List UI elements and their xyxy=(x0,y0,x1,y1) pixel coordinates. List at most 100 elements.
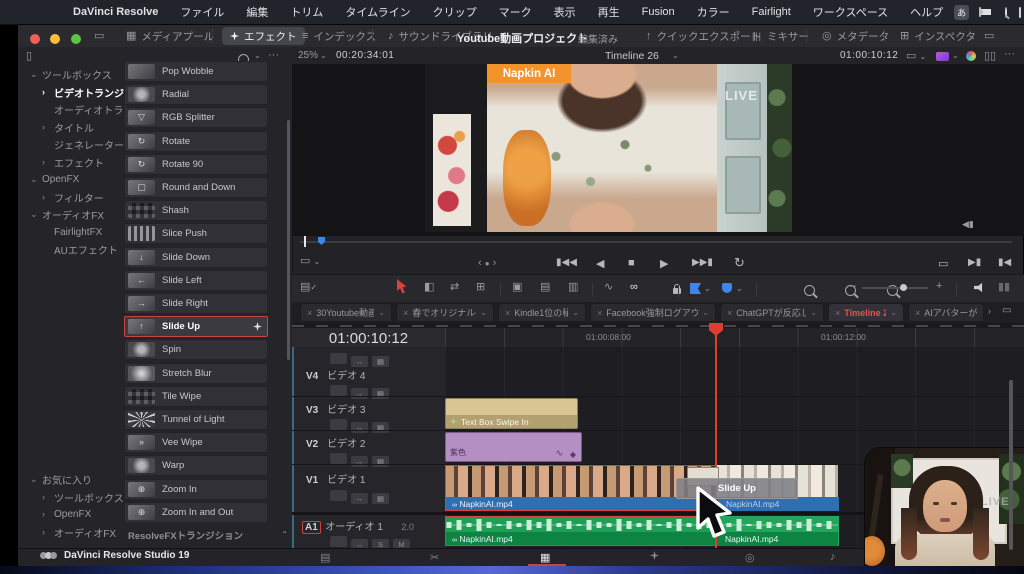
menu-mark[interactable]: マーク xyxy=(488,4,543,20)
razor-tool-icon[interactable]: ⊞ xyxy=(476,282,485,293)
effect-item-slide-right[interactable]: → Slide Right xyxy=(124,293,268,314)
effect-item-rotate[interactable]: ↻ Rotate xyxy=(124,131,268,152)
tree-generators[interactable]: ジェネレーター xyxy=(54,136,124,152)
clip-a1-name-bar[interactable]: ∞ NapkinAI.mp4 xyxy=(445,532,717,546)
selection-tool-icon[interactable] xyxy=(396,279,408,295)
timeline-ruler[interactable] xyxy=(445,328,1024,348)
menu-file[interactable]: ファイル xyxy=(169,4,235,20)
index-button[interactable]: ≡ インデックス xyxy=(294,27,384,45)
effects-more-icon[interactable]: ··· xyxy=(268,50,279,61)
lock-icon[interactable] xyxy=(330,419,347,430)
track-v4-name[interactable]: V4 ビデオ 4 xyxy=(306,366,459,384)
tree-fav-toolbox[interactable]: › ツールボックス xyxy=(42,489,124,505)
tree-favorites[interactable]: ⌄ お気に入り xyxy=(30,471,92,487)
timeline-tab-4[interactable]: ×ChatGPTが反応しない⌄ xyxy=(720,303,824,322)
tab-scroll-right-icon[interactable]: › xyxy=(988,307,991,316)
chevron-down-icon[interactable]: ⌄ xyxy=(320,52,327,60)
collapse-panel-icon[interactable]: ▯ xyxy=(26,51,32,62)
prev-edit-icon[interactable]: ▮◀ xyxy=(998,257,1011,268)
safe-area-icon[interactable]: ▭ ⌄ xyxy=(300,256,320,267)
dynamic-trim-icon[interactable]: ⇄ xyxy=(450,282,459,293)
timeline-timecode[interactable]: 01:00:10:12 xyxy=(292,330,445,347)
color-page-icon[interactable]: ◎ xyxy=(745,551,755,564)
menu-color[interactable]: カラー xyxy=(686,4,741,20)
effect-item-tile-wipe[interactable]: Tile Wipe xyxy=(124,386,268,407)
effect-item-slide-down[interactable]: ↓ Slide Down xyxy=(124,247,268,268)
marker-icon[interactable] xyxy=(722,283,732,293)
track-v2-name[interactable]: V2 ビデオ 2 xyxy=(306,434,459,452)
menu-clip[interactable]: クリップ xyxy=(422,4,488,20)
effect-item-shash[interactable]: Shash xyxy=(124,200,268,221)
dual-screen-icon[interactable]: ▯▯ xyxy=(984,51,996,62)
cut-page-icon[interactable]: ✂ xyxy=(430,551,439,564)
timeline-tab-1[interactable]: ×春でオリジナル楽曲⌄ xyxy=(396,303,494,322)
menu-timeline[interactable]: タイムライン xyxy=(334,4,421,20)
close-tab-icon[interactable]: × xyxy=(403,308,408,318)
search-dropdown-icon[interactable]: ⌄ xyxy=(254,52,261,60)
enable-track-icon[interactable]: ▦ xyxy=(372,422,389,433)
tree-filters[interactable]: › フィルター xyxy=(42,189,104,205)
zoom-slider-track[interactable] xyxy=(862,287,928,289)
tree-fav-openfx[interactable]: › OpenFX xyxy=(42,506,91,522)
fusion-overlay-icon[interactable] xyxy=(936,52,949,61)
zoom-window-icon[interactable] xyxy=(70,34,81,44)
insert-clip-icon[interactable]: ▣ xyxy=(512,282,522,293)
fusion-page-icon[interactable] xyxy=(650,551,659,563)
menu-trim[interactable]: トリム xyxy=(279,4,334,20)
close-tab-icon[interactable]: × xyxy=(835,308,840,318)
match-frame-icon[interactable]: ◀▮ xyxy=(962,220,974,229)
stop-button[interactable]: ■ xyxy=(628,257,635,269)
menubar-app-name[interactable]: DaVinci Resolve xyxy=(62,6,169,18)
jog-control[interactable]: ‹ ● › xyxy=(478,257,496,269)
trim-edit-icon[interactable]: ◧ xyxy=(424,282,434,293)
menu-help[interactable]: ヘルプ xyxy=(899,4,954,20)
effects-button[interactable]: エフェクト xyxy=(222,27,305,45)
frame-overlay-icon[interactable]: ▭ xyxy=(938,257,948,270)
media-pool-button[interactable]: ▦ メディアプール xyxy=(118,27,222,45)
auto-select-icon[interactable]: ↔ xyxy=(351,422,368,433)
first-frame-button[interactable]: ▮◀◀ xyxy=(556,257,577,268)
effect-item-slide-left[interactable]: ← Slide Left xyxy=(124,270,268,291)
tree-openfx[interactable]: ⌄ OpenFX xyxy=(30,171,79,187)
zoom-plus[interactable]: + xyxy=(936,281,942,292)
timeline-tab-3[interactable]: ×Facebook強制ログアウト⌄ xyxy=(590,303,716,322)
effect-item-tunnel-of-light[interactable]: Tunnel of Light xyxy=(124,409,268,430)
inspector-button[interactable]: ⊞ インスペクタ xyxy=(892,27,984,45)
effect-item-pop-wobble[interactable]: Pop Wobble xyxy=(124,61,268,82)
new-timeline-tab-icon[interactable]: ▭ xyxy=(1002,306,1011,316)
tree-audiofx[interactable]: ⌄ オーディオFX xyxy=(30,206,104,222)
step-back-button[interactable]: ◀ xyxy=(596,257,604,270)
track-a1-name[interactable]: A1 オーディオ 1 2.0 xyxy=(302,517,455,535)
fairlight-page-icon[interactable]: ♪ xyxy=(830,551,836,563)
tree-au-effects[interactable]: AUエフェクト xyxy=(54,241,118,257)
enable-track-icon[interactable]: ▦ xyxy=(372,456,389,467)
battery-icon[interactable] xyxy=(979,7,992,17)
lock-icon[interactable] xyxy=(330,353,347,364)
search-icon[interactable] xyxy=(1005,6,1008,18)
close-tab-icon[interactable]: × xyxy=(915,308,920,318)
enable-track-icon[interactable]: ▦ xyxy=(372,493,389,504)
effect-item-stretch-blur[interactable]: Stretch Blur xyxy=(124,363,268,384)
close-tab-icon[interactable]: × xyxy=(727,308,732,318)
scroll-handle-icon[interactable]: ▮▮ xyxy=(998,282,1010,293)
timeline-tab-2[interactable]: ×Kindle1位の秘密⌄ xyxy=(498,303,586,322)
edit-page-icon[interactable]: ▦ xyxy=(540,551,550,564)
close-tab-icon[interactable]: × xyxy=(505,308,510,318)
effect-item-round-and-down[interactable]: ▢ Round and Down xyxy=(124,177,268,198)
next-edit-icon[interactable]: ▶▮ xyxy=(968,257,981,268)
viewer-scrubber[interactable] xyxy=(300,241,1012,243)
favorite-star-icon[interactable] xyxy=(253,322,262,331)
tree-toolbox[interactable]: ⌄ ツールボックス xyxy=(30,66,112,82)
auto-select-icon[interactable]: ↔ xyxy=(351,388,368,399)
viewer-zoom-select[interactable]: 25% xyxy=(298,50,318,61)
effect-item-vee-wipe[interactable]: » Vee Wipe xyxy=(124,432,268,453)
chevron-down-icon[interactable]: ⌄ xyxy=(704,285,711,293)
last-frame-button[interactable]: ▶▶▮ xyxy=(692,257,713,268)
menu-workspace[interactable]: ワークスペース xyxy=(802,4,899,20)
loop-button[interactable]: ↻ xyxy=(734,255,745,271)
zoom-fit-icon[interactable] xyxy=(803,285,815,296)
effect-item-zoom-in[interactable]: ⊕ Zoom In xyxy=(124,479,268,500)
tree-effects[interactable]: › エフェクト xyxy=(42,154,104,170)
lock-icon[interactable] xyxy=(330,490,347,501)
track-v3-name[interactable]: V3 ビデオ 3 xyxy=(306,400,459,418)
